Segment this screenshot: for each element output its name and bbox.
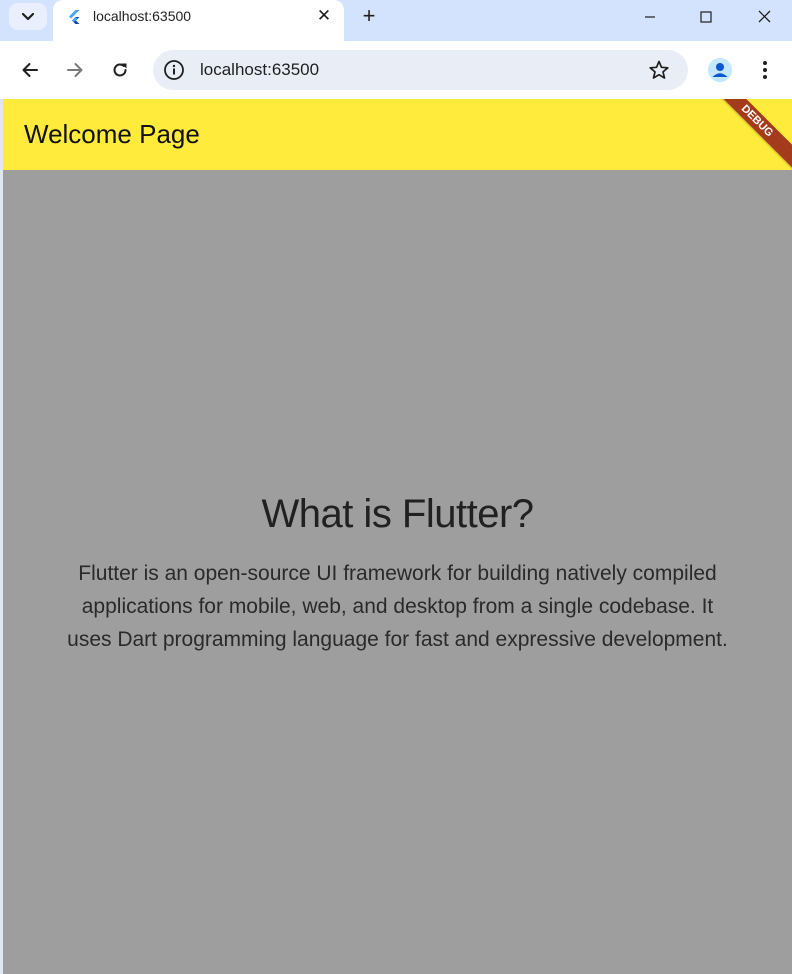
maximize-button[interactable] (678, 0, 734, 33)
arrow-left-icon (22, 63, 38, 77)
minimize-icon (645, 15, 655, 18)
profile-button[interactable] (704, 54, 736, 86)
close-icon (758, 10, 770, 23)
url-text[interactable]: localhost:63500 (200, 60, 319, 80)
description-line: uses Dart programming language for fast … (67, 628, 728, 651)
close-window-button[interactable] (736, 0, 792, 33)
description-text: Flutter is an open-source UI framework f… (18, 557, 778, 656)
app-bar-title: Welcome Page (24, 119, 200, 149)
browser-tab[interactable]: localhost:63500 ✕ (53, 0, 344, 41)
app-bar: Welcome Page (3, 99, 792, 170)
forward-button[interactable] (59, 54, 91, 86)
minimize-button[interactable] (622, 0, 678, 33)
tab-strip: localhost:63500 ✕ + (0, 0, 792, 41)
page-viewport: Welcome Page DEBUG What is Flutter? Flut… (3, 99, 792, 974)
flutter-logo-icon (69, 10, 80, 24)
person-icon (708, 58, 732, 82)
tab-close-button[interactable]: ✕ (314, 5, 334, 27)
chevron-down-icon (22, 12, 34, 20)
back-button[interactable] (14, 54, 46, 86)
browser-window: localhost:63500 ✕ + localhost:63500 Welc… (0, 0, 792, 974)
reload-button[interactable] (104, 54, 136, 86)
star-icon[interactable] (648, 59, 670, 81)
tab-title: localhost:63500 (93, 8, 192, 24)
info-icon[interactable] (163, 59, 185, 81)
new-tab-button[interactable]: + (356, 3, 382, 29)
description-line: applications for mobile, web, and deskto… (81, 595, 714, 618)
more-vert-icon (763, 61, 767, 79)
maximize-icon (700, 10, 712, 23)
arrow-right-icon (67, 63, 83, 77)
main-content: What is Flutter? Flutter is an open-sour… (3, 492, 792, 656)
description-line: Flutter is an open-source UI framework f… (78, 562, 717, 585)
browser-toolbar: localhost:63500 (0, 41, 792, 99)
tab-search-button[interactable] (9, 3, 47, 30)
reload-icon (113, 63, 127, 77)
browser-menu-button[interactable] (749, 54, 781, 86)
address-bar[interactable]: localhost:63500 (153, 50, 688, 90)
page-heading: What is Flutter? (261, 492, 534, 536)
